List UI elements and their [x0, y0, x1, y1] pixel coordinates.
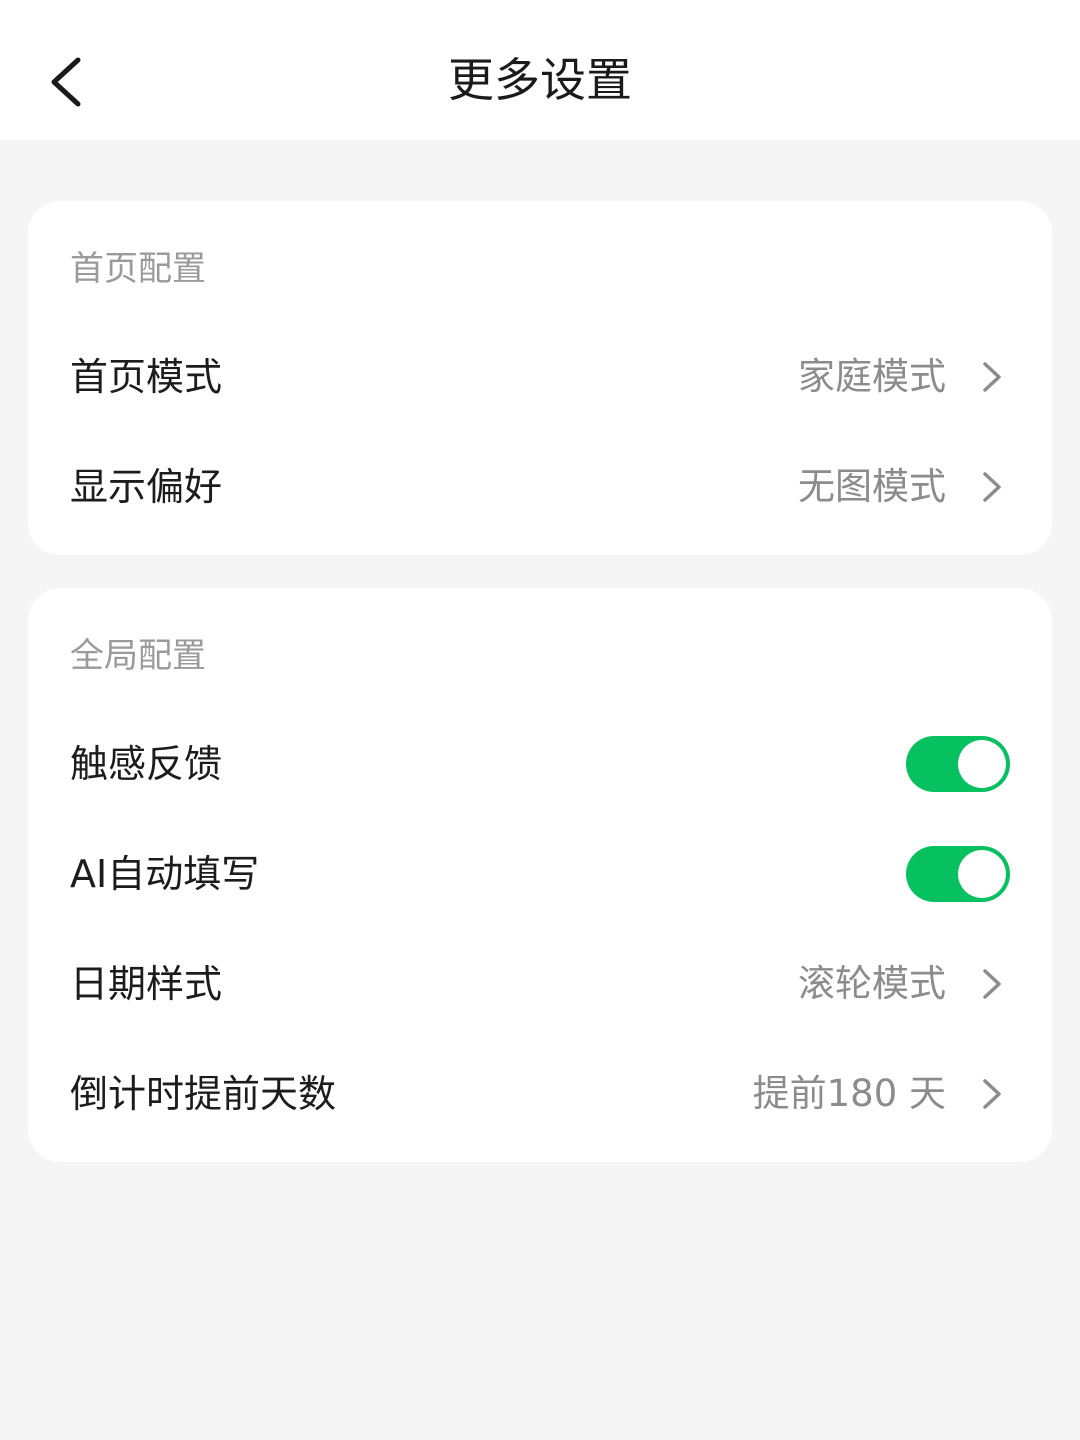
section-title-home-config: 首页配置: [70, 249, 206, 289]
row-label: AI自动填写: [70, 852, 260, 896]
row-countdown-days[interactable]: 倒计时提前天数 提前180 天: [28, 1039, 1052, 1149]
settings-screen: 更多设置 首页配置 首页模式 家庭模式 显示偏好 无图模式 全局配置 触感反馈: [0, 0, 1080, 1440]
row-label: 首页模式: [70, 355, 223, 399]
row-value: 提前180 天: [752, 1072, 946, 1115]
page-title: 更多设置: [448, 53, 632, 107]
section-title-global-config: 全局配置: [70, 636, 206, 676]
row-label: 触感反馈: [70, 742, 223, 786]
chevron-right-icon: [980, 360, 1004, 394]
chevron-right-icon: [980, 967, 1004, 1001]
row-home-mode[interactable]: 首页模式 家庭模式: [28, 322, 1052, 432]
ai-autofill-toggle[interactable]: [906, 846, 1010, 902]
row-label: 倒计时提前天数: [70, 1072, 337, 1116]
row-haptic-feedback: 触感反馈: [28, 709, 1052, 819]
toggle-knob: [958, 850, 1006, 898]
chevron-right-icon: [980, 1077, 1004, 1111]
row-date-style[interactable]: 日期样式 滚轮模式: [28, 929, 1052, 1039]
navigation-bar: 更多设置: [0, 0, 1080, 140]
haptic-feedback-toggle[interactable]: [906, 736, 1010, 792]
row-value: 滚轮模式: [798, 962, 946, 1005]
toggle-knob: [958, 740, 1006, 788]
chevron-right-icon: [980, 470, 1004, 504]
row-display-preference[interactable]: 显示偏好 无图模式: [28, 432, 1052, 542]
row-value: 家庭模式: [798, 355, 946, 398]
home-config-card: 首页配置 首页模式 家庭模式 显示偏好 无图模式: [28, 201, 1052, 555]
row-ai-autofill: AI自动填写: [28, 819, 1052, 929]
global-config-card: 全局配置 触感反馈 AI自动填写 日期样式 滚轮模式 倒计时提前天数 提前180…: [28, 588, 1052, 1162]
row-value: 无图模式: [798, 465, 946, 508]
row-label: 显示偏好: [70, 465, 223, 509]
row-label: 日期样式: [70, 962, 223, 1006]
